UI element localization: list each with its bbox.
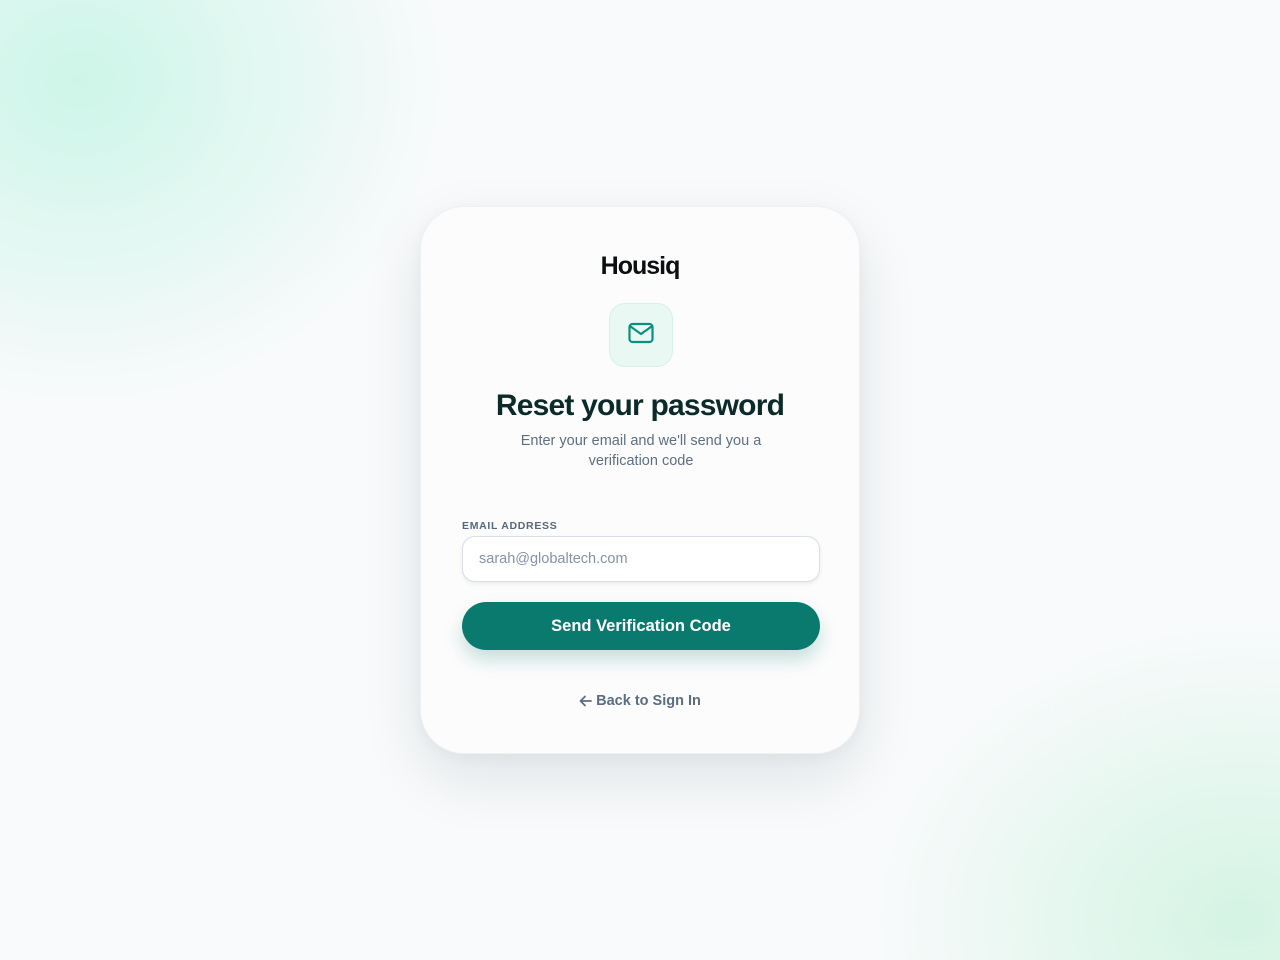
back-to-sign-in-label: Back to Sign In	[596, 693, 701, 709]
back-to-sign-in-link[interactable]: Back to Sign In	[421, 693, 859, 709]
email-field[interactable]	[462, 536, 820, 582]
page-subtitle: Enter your email and we'll send you a ve…	[520, 433, 762, 469]
mail-icon-badge	[609, 303, 673, 367]
email-field-label: EMAIL ADDRESS	[462, 520, 558, 532]
send-verification-code-button[interactable]: Send Verification Code	[462, 602, 820, 650]
page-title: Reset your password	[495, 389, 785, 422]
brand-logo: Housiq	[600, 252, 681, 280]
mail-icon	[627, 321, 655, 350]
arrow-left-icon	[579, 695, 593, 707]
reset-password-card: Housiq Reset your password Enter your em…	[420, 206, 860, 754]
